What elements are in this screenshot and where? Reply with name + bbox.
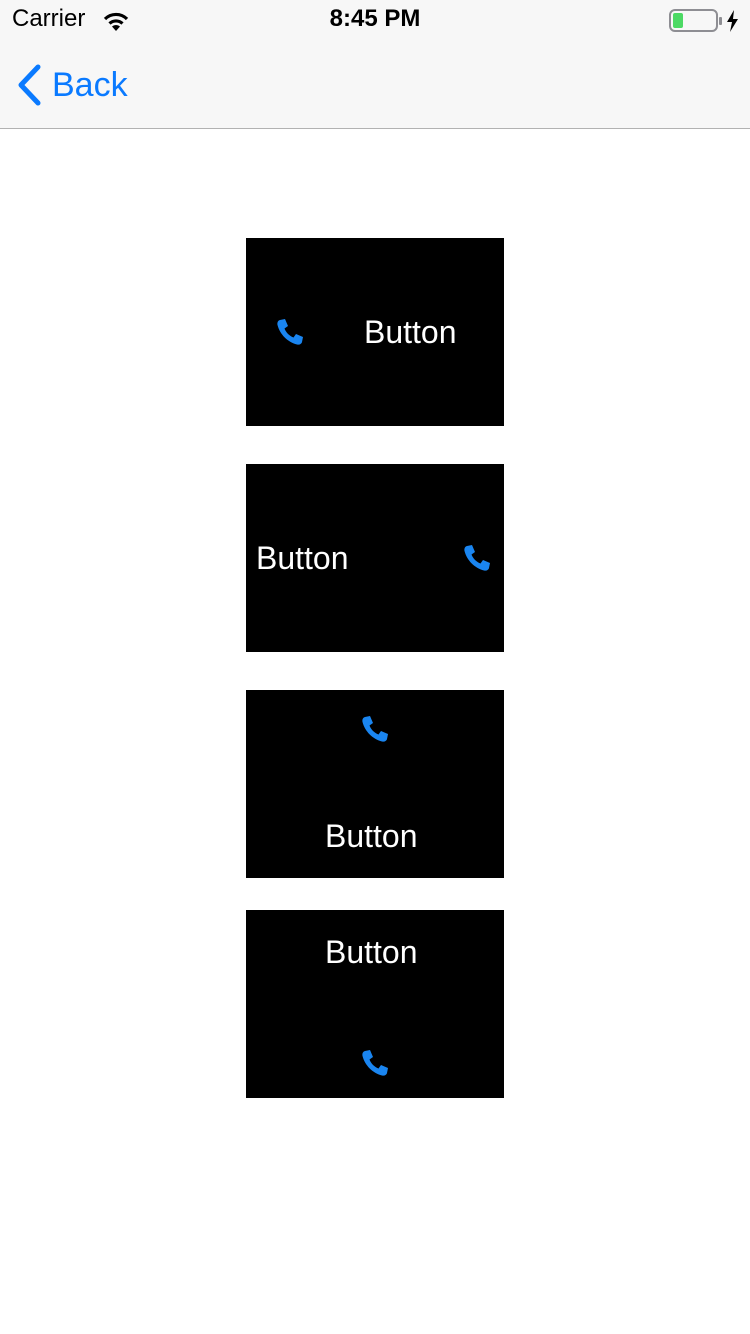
phone-icon [277, 319, 303, 345]
image-bottom-button[interactable]: Button [246, 910, 504, 1098]
clock-label: 8:45 PM [329, 5, 421, 32]
back-label: Back [52, 65, 128, 104]
image-left-button[interactable]: Button [246, 238, 504, 426]
button-label: Button [325, 818, 418, 854]
phone-icon [464, 545, 490, 571]
image-right-button[interactable]: Button [246, 464, 504, 652]
button-label: Button [325, 934, 418, 970]
navigation-bar: Back [0, 40, 750, 129]
status-bar: Carrier 8:45 PM [0, 0, 750, 40]
back-button[interactable]: Back [16, 62, 128, 108]
battery-charging-icon [669, 9, 738, 32]
phone-icon [362, 1050, 388, 1076]
phone-icon [362, 716, 388, 742]
button-label: Button [364, 314, 457, 350]
image-top-button[interactable]: Button [246, 690, 504, 878]
chevron-left-icon [18, 64, 41, 106]
button-label: Button [256, 540, 349, 576]
